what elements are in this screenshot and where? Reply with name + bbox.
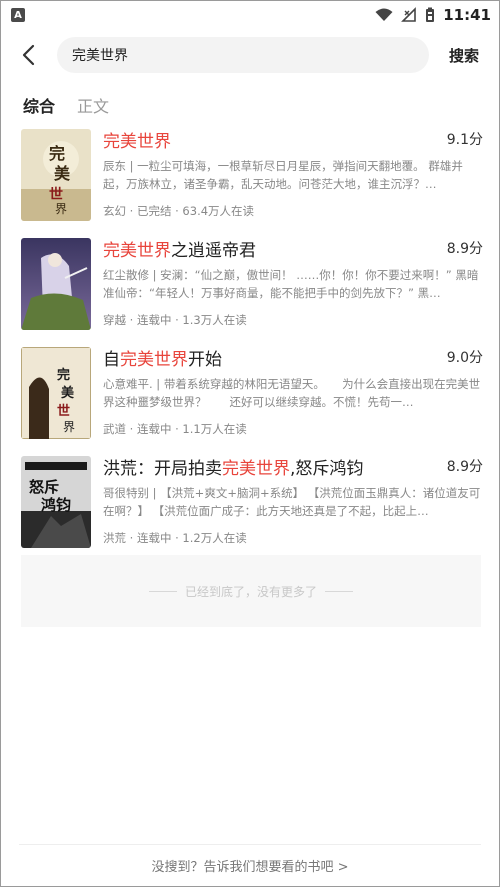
book-meta: 洪荒 · 连载中 · 1.2万人在读 (103, 531, 247, 545)
list-item[interactable]: 完美世界之逍遥帝君 8.9分 红尘散修 | 安澜：“仙之巅，傲世间！ ……你！你… (21, 236, 483, 345)
svg-text:界: 界 (55, 202, 67, 216)
divider (148, 590, 177, 592)
title-row: 自完美世界开始 9.0分 (103, 345, 483, 373)
svg-text:世: 世 (57, 403, 70, 419)
app-notification-icon: A (11, 8, 25, 22)
title-row: 洪荒：开局拍卖完美世界,怒斥鸿钧 8.9分 (103, 454, 483, 482)
book-info: 自完美世界开始 9.0分 心意难平. | 带着系统穿越的林阳无语望天。 为什么会… (103, 345, 483, 437)
book-info: 完美世界之逍遥帝君 8.9分 红尘散修 | 安澜：“仙之巅，傲世间！ ……你！你… (103, 236, 483, 328)
keyword-highlight: 完美世界 (120, 350, 188, 370)
list-item[interactable]: 怒斥 鸿钧 洪荒：开局拍卖完美世界,怒斥鸿钧 8.9分 哥很特别 | 【洪荒+爽… (21, 454, 483, 563)
search-input[interactable]: 完美世界 (57, 37, 429, 73)
book-meta: 武道 · 连载中 · 1.1万人在读 (103, 422, 247, 436)
book-meta: 穿越 · 连载中 · 1.3万人在读 (103, 313, 247, 327)
svg-text:界: 界 (63, 420, 75, 434)
end-of-list-text: 已经到底了，没有更多了 (184, 584, 317, 599)
svg-text:世: 世 (49, 186, 63, 203)
status-bar: A 11:41 (1, 1, 499, 29)
book-description: 辰东 | 一粒尘可填海，一根草斩尽日月星辰，弹指间天翻地覆。 群雄并起，万族林立… (103, 159, 463, 191)
book-cover[interactable]: 完 美 世 界 (21, 347, 91, 439)
book-description: 红尘散修 | 安澜：“仙之巅，傲世间！ ……你！你！你不要过来啊！” 黑暗准仙帝… (103, 268, 479, 300)
status-time: 11:41 (443, 6, 491, 24)
book-cover[interactable]: 完 美 世 界 (21, 129, 91, 221)
svg-text:完: 完 (49, 144, 65, 163)
battery-icon (426, 7, 435, 22)
title-row: 完美世界之逍遥帝君 8.9分 (103, 236, 483, 264)
book-score: 9.1分 (446, 132, 483, 148)
result-tabs: 综合 正文 (23, 93, 109, 117)
search-bar: 完美世界 搜索 (1, 35, 499, 75)
svg-text:完: 完 (57, 367, 70, 383)
search-button[interactable]: 搜索 (449, 45, 479, 66)
back-arrow-icon[interactable] (19, 43, 41, 67)
book-info: 洪荒：开局拍卖完美世界,怒斥鸿钧 8.9分 哥很特别 | 【洪荒+爽文+脑洞+系… (103, 454, 483, 546)
book-score: 9.0分 (446, 350, 483, 366)
svg-text:美: 美 (54, 164, 71, 183)
book-title: 自完美世界开始 (103, 350, 222, 370)
divider (19, 844, 481, 845)
divider (325, 590, 353, 592)
book-title: 完美世界之逍遥帝君 (103, 241, 256, 261)
book-cover[interactable] (21, 238, 91, 330)
svg-text:美: 美 (61, 385, 75, 401)
result-list: 完 美 世 界 完美世界 9.1分 辰东 | 一粒尘可填海，一根草斩尽日月星辰，… (21, 127, 483, 563)
status-bar-right: 11:41 (375, 6, 491, 24)
book-title: 完美世界 (103, 132, 171, 152)
title-row: 完美世界 9.1分 (103, 127, 483, 155)
book-info: 完美世界 9.1分 辰东 | 一粒尘可填海，一根草斩尽日月星辰，弹指间天翻地覆。… (103, 127, 483, 219)
book-score: 8.9分 (446, 241, 483, 257)
book-cover[interactable]: 怒斥 鸿钧 (21, 456, 91, 548)
book-score: 8.9分 (446, 459, 483, 475)
tab-overall[interactable]: 综合 (23, 93, 55, 117)
signal-off-icon (401, 7, 417, 22)
book-title: 洪荒：开局拍卖完美世界,怒斥鸿钧 (103, 459, 364, 479)
tab-content[interactable]: 正文 (77, 93, 109, 117)
book-meta: 玄幻 · 已完结 · 63.4万人在读 (103, 204, 255, 218)
list-item[interactable]: 完 美 世 界 自完美世界开始 9.0分 心意难平. | 带着系统穿越的林阳无语… (21, 345, 483, 454)
svg-text:鸿钧: 鸿钧 (41, 496, 71, 514)
end-of-list: 已经到底了，没有更多了 (21, 555, 481, 627)
search-query: 完美世界 (72, 48, 128, 64)
keyword-highlight: 完美世界 (103, 132, 171, 152)
svg-text:怒斥: 怒斥 (29, 478, 59, 496)
wifi-icon (375, 8, 393, 21)
request-book-link[interactable]: 没搜到？告诉我们想要看的书吧 > (1, 856, 499, 875)
list-item[interactable]: 完 美 世 界 完美世界 9.1分 辰东 | 一粒尘可填海，一根草斩尽日月星辰，… (21, 127, 483, 236)
keyword-highlight: 完美世界 (222, 459, 290, 479)
book-description: 哥很特别 | 【洪荒+爽文+脑洞+系统】 【洪荒位面玉鼎真人：诸位道友可在啊？】… (103, 486, 481, 518)
keyword-highlight: 完美世界 (103, 241, 171, 261)
book-description: 心意难平. | 带着系统穿越的林阳无语望天。 为什么会直接出现在完美世界这种噩梦… (103, 377, 481, 409)
